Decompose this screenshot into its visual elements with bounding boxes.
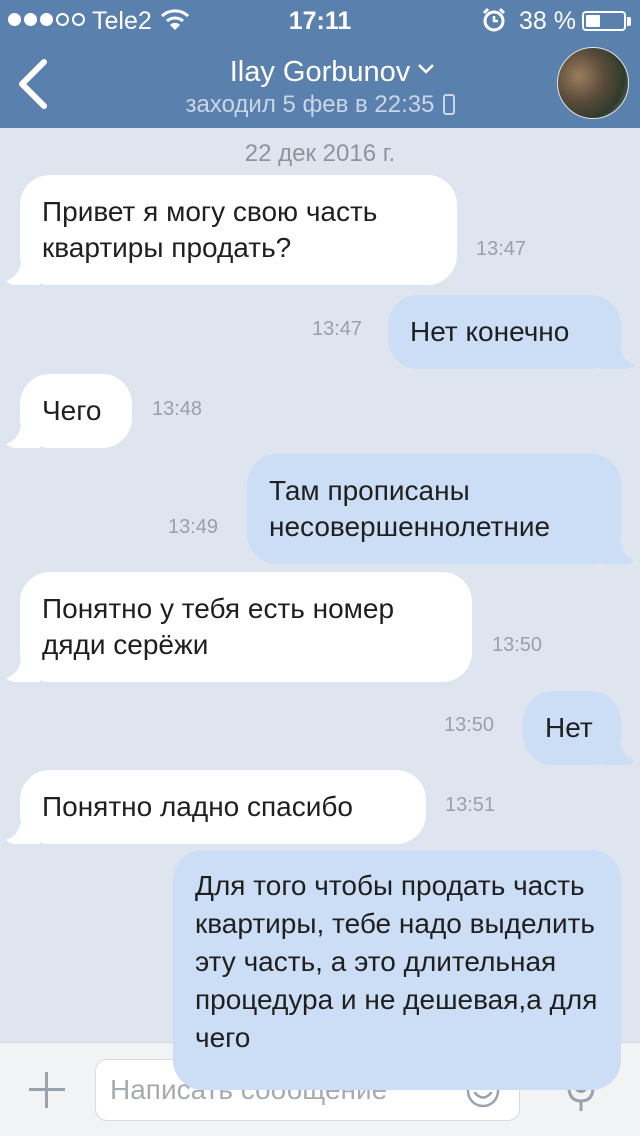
message-bubble: Понятно у тебя есть номер дяди серёжи [20, 572, 472, 682]
message-bubble: Нет [523, 691, 621, 765]
contact-title[interactable]: Ilay Gorbunov [0, 56, 640, 89]
message-outgoing[interactable]: Для того чтобы продать часть квартиры, т… [173, 850, 635, 1090]
message-outgoing[interactable]: Там прописаны несовершеннолетние [247, 454, 635, 564]
message-bubble: Привет я могу свою часть квартиры продат… [20, 175, 457, 285]
date-separator: 22 дек 2016 г. [244, 140, 396, 167]
message-time: 13:50 [492, 634, 543, 656]
mobile-phone-icon [442, 94, 455, 115]
message-bubble: Чего [20, 374, 132, 448]
message-bubble: Там прописаны несовершеннолетние [247, 454, 621, 564]
message-incoming[interactable]: Понятно у тебя есть номер дяди серёжи [6, 572, 472, 682]
attach-button[interactable] [27, 1070, 67, 1110]
battery-percent: 38 % [519, 7, 576, 35]
message-bubble: Для того чтобы продать часть квартиры, т… [173, 850, 621, 1090]
chevron-down-icon [418, 64, 435, 74]
avatar[interactable] [557, 47, 629, 119]
message-time: 13:47 [476, 238, 527, 260]
battery-icon [582, 11, 626, 31]
alarm-clock-icon [482, 7, 506, 32]
last-seen: заходил 5 фев в 22:35 [0, 91, 640, 119]
message-outgoing[interactable]: Нет [523, 691, 635, 765]
message-time: 13:49 [168, 516, 219, 538]
message-bubble: Нет конечно [388, 295, 621, 369]
message-incoming[interactable]: Чего [6, 374, 132, 448]
message-time: 13:50 [444, 714, 495, 736]
header: Tele2 17:11 38 % Ilay Gorbunov заходил 5… [0, 0, 640, 128]
message-time: 13:47 [312, 318, 363, 340]
message-outgoing[interactable]: Нет конечно [388, 295, 635, 369]
message-incoming[interactable]: Понятно ладно спасибо [6, 770, 426, 844]
message-bubble: Понятно ладно спасибо [20, 770, 426, 844]
contact-name: Ilay Gorbunov [229, 56, 411, 88]
status-bar: Tele2 17:11 38 % [0, 0, 640, 40]
message-incoming[interactable]: Привет я могу свою часть квартиры продат… [6, 175, 457, 285]
last-seen-text: заходил 5 фев в 22:35 [185, 91, 435, 118]
message-time: 13:51 [445, 794, 496, 816]
message-time: 13:48 [152, 398, 203, 420]
